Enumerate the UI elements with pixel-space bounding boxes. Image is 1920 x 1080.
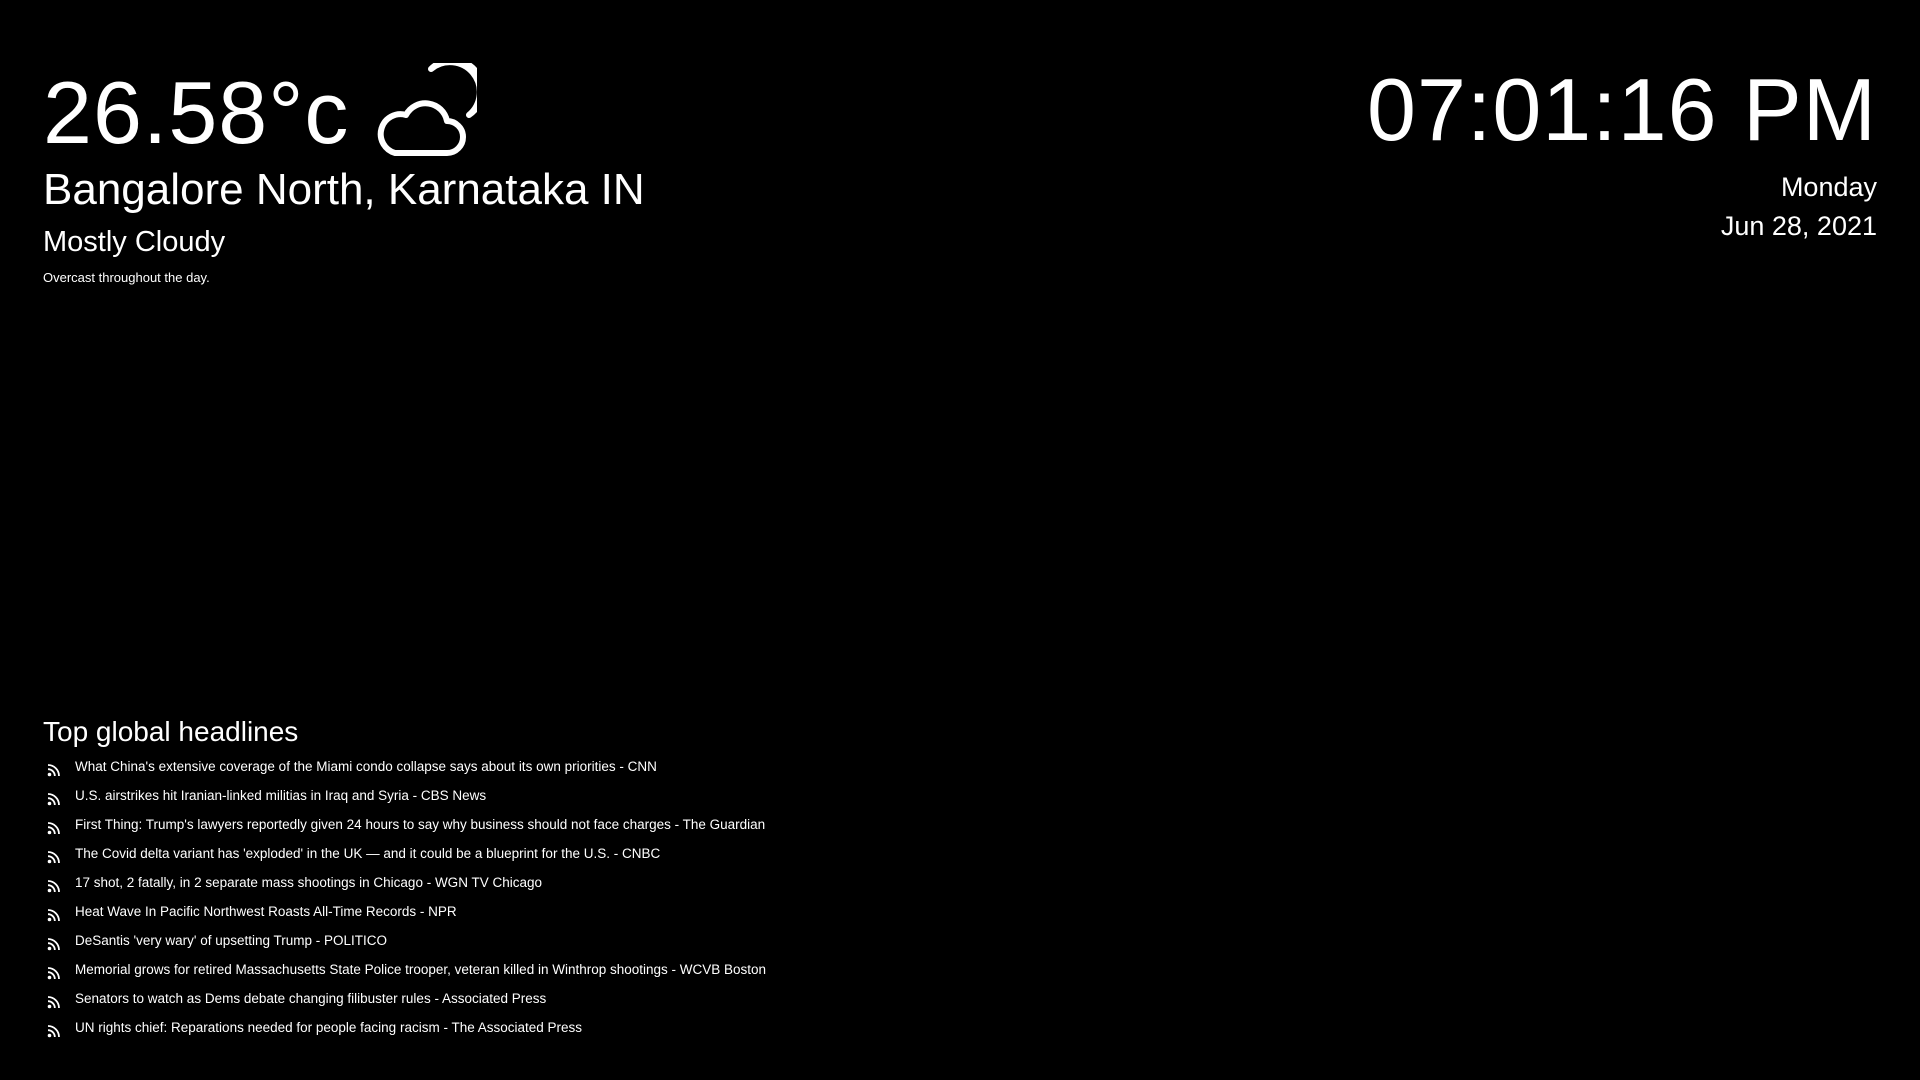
weather-location: Bangalore North, Karnataka IN — [43, 165, 645, 214]
rss-icon — [47, 763, 60, 776]
headline-text: DeSantis 'very wary' of upsetting Trump … — [75, 933, 388, 948]
headline-text: First Thing: Trump's lawyers reportedly … — [75, 817, 766, 832]
rss-icon — [47, 850, 60, 863]
current-date: Jun 28, 2021 — [1720, 211, 1877, 241]
rss-icon — [47, 995, 60, 1008]
headline-text: Senators to watch as Dems debate changin… — [75, 991, 547, 1006]
current-day: Monday — [1780, 172, 1877, 202]
rss-icon — [47, 966, 60, 979]
headline-item[interactable]: First Thing: Trump's lawyers reportedly … — [43, 810, 766, 839]
rss-icon — [47, 908, 60, 921]
headline-item[interactable]: What China's extensive coverage of the M… — [43, 752, 766, 781]
headline-text: What China's extensive coverage of the M… — [75, 759, 657, 774]
weather-panel: 26.58°c Bangalore North, Karnataka IN Mo… — [43, 57, 645, 285]
headline-list: What China's extensive coverage of the M… — [43, 752, 766, 1042]
headline-item[interactable]: 17 shot, 2 fatally, in 2 separate mass s… — [43, 868, 766, 897]
headline-text: Heat Wave In Pacific Northwest Roasts Al… — [75, 904, 457, 919]
headline-text: 17 shot, 2 fatally, in 2 separate mass s… — [75, 875, 542, 890]
clock-panel: 07:01:16 PM Monday Jun 28, 2021 — [1367, 66, 1877, 240]
rss-icon — [47, 1024, 60, 1037]
partly-cloudy-night-icon — [373, 57, 486, 163]
headline-item[interactable]: UN rights chief: Reparations needed for … — [43, 1013, 766, 1042]
weather-summary: Overcast throughout the day. — [43, 270, 210, 285]
headline-item[interactable]: U.S. airstrikes hit Iranian-linked milit… — [43, 781, 766, 810]
headline-item[interactable]: The Covid delta variant has 'exploded' i… — [43, 839, 766, 868]
headline-item[interactable]: DeSantis 'very wary' of upsetting Trump … — [43, 926, 766, 955]
headline-text: UN rights chief: Reparations needed for … — [75, 1020, 583, 1035]
headline-text: Memorial grows for retired Massachusetts… — [75, 962, 767, 977]
current-time: 07:01:16 PM — [1367, 60, 1877, 159]
headlines-panel: Top global headlines What China's extens… — [43, 716, 766, 1042]
rss-icon — [47, 937, 60, 950]
headline-item[interactable]: Senators to watch as Dems debate changin… — [43, 984, 766, 1013]
rss-icon — [47, 821, 60, 834]
rss-icon — [47, 879, 60, 892]
headline-item[interactable]: Memorial grows for retired Massachusetts… — [43, 955, 766, 984]
headlines-title: Top global headlines — [43, 716, 299, 747]
headline-text: The Covid delta variant has 'exploded' i… — [75, 846, 661, 861]
headline-item[interactable]: Heat Wave In Pacific Northwest Roasts Al… — [43, 897, 766, 926]
current-temperature: 26.58°c — [43, 63, 350, 162]
weather-condition: Mostly Cloudy — [43, 226, 226, 258]
temperature-row: 26.58°c — [43, 57, 645, 168]
rss-icon — [47, 792, 60, 805]
headline-text: U.S. airstrikes hit Iranian-linked milit… — [75, 788, 487, 803]
mirror-dashboard: 26.58°c Bangalore North, Karnataka IN Mo… — [0, 0, 1920, 1080]
